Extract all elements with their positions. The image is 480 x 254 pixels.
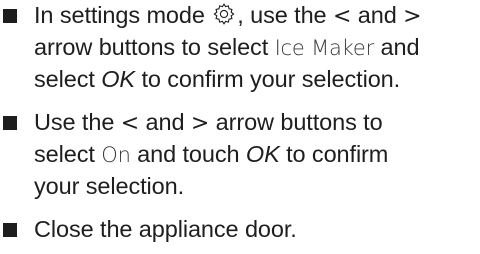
- square-bullet-icon: [3, 9, 17, 23]
- text: arrow buttons to: [215, 109, 383, 135]
- text: In settings mode: [34, 2, 205, 28]
- text: select: [34, 141, 95, 167]
- instruction-list: In settings mode , use the < and > arrow…: [0, 0, 480, 245]
- text: arrow buttons to select: [34, 34, 269, 60]
- text: and: [357, 2, 397, 28]
- step-3-line-1: Close the appliance door.: [34, 214, 480, 245]
- step-1-line-1: In settings mode , use the < and >: [34, 0, 480, 32]
- text: and: [380, 34, 420, 60]
- square-bullet-icon: [3, 116, 17, 130]
- text: to confirm your selection.: [141, 66, 401, 92]
- step-1-line-2: arrow buttons to select Ice Maker and: [34, 32, 480, 64]
- less-than-symbol: <: [332, 4, 352, 29]
- ui-label-ice-maker: Ice Maker: [274, 36, 375, 60]
- instruction-step-3: Close the appliance door.: [0, 214, 480, 245]
- step-2-line-1: Use the < and > arrow buttons to: [34, 107, 480, 139]
- text: Close the appliance door.: [34, 216, 297, 242]
- text: to confirm: [286, 141, 389, 167]
- instruction-step-2: Use the < and > arrow buttons to select …: [0, 107, 480, 202]
- text: and touch: [137, 141, 240, 167]
- ok-emphasis: OK: [101, 66, 135, 92]
- step-1-line-3: select OK to confirm your selection.: [34, 64, 480, 95]
- gear-icon: [213, 3, 235, 25]
- text: your selection.: [34, 173, 185, 199]
- ok-emphasis: OK: [245, 141, 280, 167]
- text: select: [34, 66, 95, 92]
- ui-label-on: On: [101, 143, 131, 167]
- text: , use the: [237, 2, 327, 28]
- less-than-symbol: <: [120, 111, 140, 136]
- text: Use the: [34, 109, 115, 135]
- step-2-line-2: select On and touch OK to confirm: [34, 139, 480, 171]
- text: and: [145, 109, 185, 135]
- greater-than-symbol: >: [190, 111, 210, 136]
- step-2-line-3: your selection.: [34, 171, 480, 202]
- instruction-step-1: In settings mode , use the < and > arrow…: [0, 0, 480, 95]
- square-bullet-icon: [3, 223, 17, 237]
- greater-than-symbol: >: [403, 4, 422, 29]
